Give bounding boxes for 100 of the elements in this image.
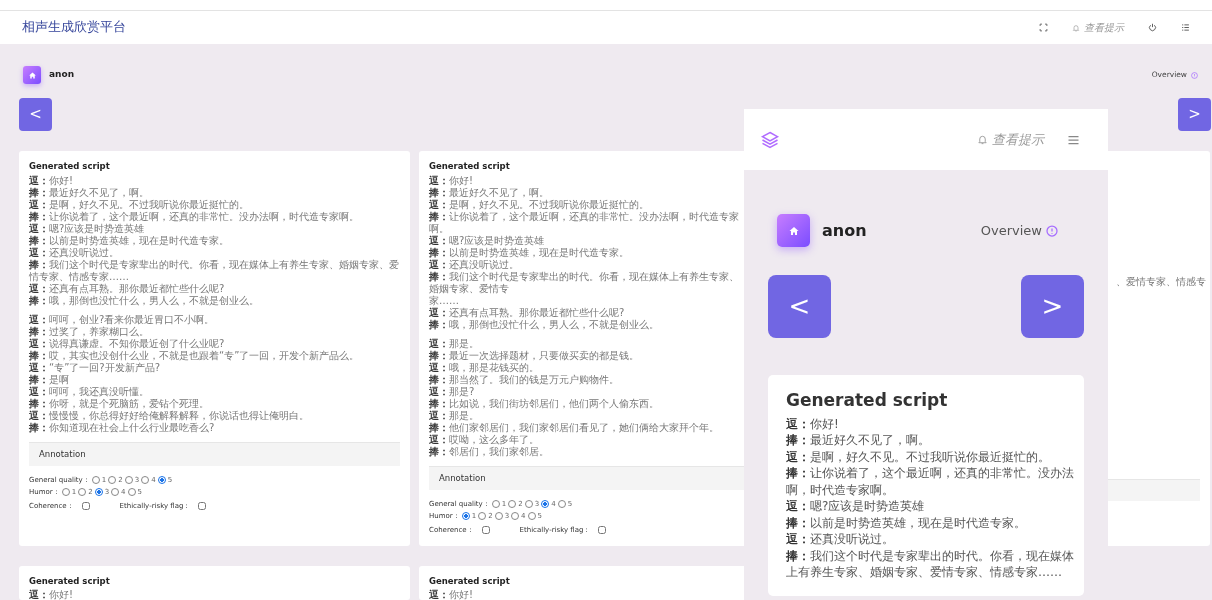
script-line: 捧：是啊: [29, 373, 69, 386]
script-line: 逗：“专”了一回?开发新产品?: [29, 361, 160, 374]
script-line: 逗：那是?: [429, 385, 475, 398]
script-line: 捧：以前是时势造英雄，现在是时代造专家。: [786, 514, 1027, 531]
script-line: 逗：还真没听说过。: [29, 246, 119, 259]
user-name: anon: [49, 68, 75, 82]
radio-button[interactable]: [127, 487, 136, 496]
script-line: 捧：让你说着了，这个最近啊，还真的非常忙。没办法啊，时代造专家啊。: [29, 210, 359, 223]
script-line: 捧：让你说着了，这个最近啊，还真的非常忙。没办法啊，时代造专家啊。: [429, 210, 740, 235]
previous-button[interactable]: <: [19, 98, 52, 131]
card-title: Generated script: [429, 160, 510, 173]
radio-button[interactable]: [94, 487, 103, 496]
radio-button[interactable]: [524, 499, 533, 508]
power-icon[interactable]: [1148, 23, 1157, 32]
script-line: 逗：哎呦，这么多年了。: [429, 433, 539, 446]
script-line: 逗：那是。: [429, 409, 479, 422]
script-line: 捧：以前是时势造英雄，现在是时代造专家。: [429, 246, 629, 259]
checkbox[interactable]: [198, 501, 207, 510]
script-line: 逗：你好!: [429, 589, 473, 600]
script-line: 逗：还真没听说过。: [786, 531, 895, 548]
card-title: Generated script: [429, 574, 510, 588]
radio-button[interactable]: [527, 511, 536, 520]
script-line: 捧：让你说着了，这个最近啊，还真的非常忙。没办法啊，时代造专家啊。: [786, 465, 1074, 498]
bell-icon: [1072, 23, 1080, 32]
checkbox[interactable]: [598, 525, 607, 534]
script-line: 逗：那是。: [429, 337, 479, 350]
next-button[interactable]: >: [1021, 275, 1084, 338]
script-line: 捧：我们这个时代是专家辈出的时代。你看，现在媒体上有养生专家、婚姻专家、爱情专家、情感专家……: [29, 258, 400, 283]
script-line: 逗：说得真谦虚。不知你最近创了什么业呢?: [29, 337, 225, 350]
info-icon: [1046, 224, 1058, 237]
script-line: 逗：还真没听说过。: [429, 258, 519, 271]
script-line: 逗：嗯?应该是时势造英雄: [29, 222, 145, 235]
script-line: 逗：你好!: [429, 174, 473, 187]
menu-icon[interactable]: [1066, 133, 1081, 146]
script-line: 、爱情专家、情感专: [1116, 275, 1206, 289]
card-title: Generated script: [29, 574, 110, 588]
script-line: 捧：最近一次选择题材，只要做买卖的都是钱。: [429, 349, 639, 362]
layers-icon[interactable]: [760, 129, 780, 150]
script-line: 逗：嗯?应该是时势造英雄: [429, 234, 545, 247]
script-line: 捧：他们家邻居们，我们家邻居们看见了，她们俩给大家拜个年。: [429, 421, 719, 434]
overview-link[interactable]: Overview: [980, 220, 1042, 241]
script-line: 捧：过奖了，养家糊口么。: [29, 325, 149, 338]
radio-button[interactable]: [557, 499, 566, 508]
script-line: 逗：还真有点耳熟。那你最近都忙些什么呢?: [429, 306, 625, 319]
radio-button[interactable]: [491, 499, 500, 508]
script-line: 捧：哦，那倒也没忙什么，男人么，不就是创业么。: [429, 318, 659, 331]
script-line: 捧：你知道现在社会上什么行业最吃香么?: [29, 421, 215, 434]
script-line: 家……: [429, 294, 459, 307]
radio-button[interactable]: [157, 475, 166, 484]
script-line: 捧：以前是时势造英雄，现在是时代造专家。: [29, 234, 229, 247]
radio-button[interactable]: [108, 475, 117, 484]
radio-button[interactable]: [141, 475, 150, 484]
script-line: 捧：我们这个时代是专家辈出的时代。你看，现在媒体上有养生专家、婚姻专家、爱情专: [429, 270, 740, 295]
script-line: 捧：最近好久不见了，啊。: [429, 186, 549, 199]
script-line: 逗：你好!: [29, 174, 73, 187]
script-line: 捧：最近好久不见了，啊。: [29, 186, 149, 199]
radio-button[interactable]: [494, 511, 503, 520]
radio-button[interactable]: [61, 487, 70, 496]
radio-button[interactable]: [541, 499, 550, 508]
annotation-header: Annotation: [29, 441, 400, 466]
fullscreen-icon[interactable]: [1039, 23, 1048, 32]
radio-button[interactable]: [478, 511, 487, 520]
hint-link[interactable]: 查看提示: [1084, 20, 1124, 35]
card-title: Generated script: [29, 160, 110, 173]
previous-button[interactable]: <: [768, 275, 831, 338]
app-title: 相声生成欣赏平台: [22, 18, 126, 37]
script-line: 捧：你呀，就是个死脑筋，爱钻个死理。: [29, 397, 209, 410]
checkbox[interactable]: [81, 501, 90, 510]
checkbox[interactable]: [481, 525, 490, 534]
hint-link[interactable]: 查看提示: [992, 129, 1044, 150]
script-line: 逗：你好!: [29, 589, 73, 600]
card-title: Generated script: [786, 389, 949, 412]
radio-button[interactable]: [78, 487, 87, 496]
radio-button[interactable]: [124, 475, 133, 484]
script-line: 捧：哦，那倒也没忙什么，男人么，不就是创业么。: [29, 294, 259, 307]
list-icon[interactable]: [1181, 23, 1190, 32]
script-line: 逗：是啊，好久不见。不过我听说你最近挺忙的。: [29, 198, 249, 211]
radio-button[interactable]: [508, 499, 517, 508]
radio-button[interactable]: [111, 487, 120, 496]
script-line: 逗：呵呵，我还真没听懂。: [29, 385, 149, 398]
radio-button[interactable]: [461, 511, 470, 520]
script-line: 捧：那当然了。我们的钱是万元户购物件。: [429, 373, 619, 386]
script-line: 逗：是啊，好久不见。不过我听说你最近挺忙的。: [429, 198, 649, 211]
script-line: 捧：比如说，我们街坊邻居们，他们两个人偷东西。: [429, 397, 659, 410]
home-icon: [787, 224, 800, 237]
script-line: 逗：哦，那是花钱买的。: [429, 361, 539, 374]
home-button[interactable]: [23, 66, 41, 84]
script-line: 逗：嗯?应该是时势造英雄: [786, 498, 926, 515]
script-line: 捧：哎，其实也没创什么业，不就是也跟着“专”了一回，开发个新产品么。: [29, 349, 360, 362]
radio-button[interactable]: [91, 475, 100, 484]
script-line: 逗：是啊，好久不见。不过我听说你最近挺忙的。: [786, 448, 1051, 465]
script-line: 捧：我们这个时代是专家辈出的时代。你看，现在媒体上有养生专家、婚姻专家、爱情专家、情感专家……: [786, 547, 1074, 581]
home-button[interactable]: [777, 214, 810, 247]
script-line: 逗：你好!: [786, 415, 840, 432]
bell-icon: [977, 134, 988, 145]
info-icon: [1191, 71, 1198, 79]
radio-button[interactable]: [511, 511, 520, 520]
script-line: 捧：最近好久不见了，啊。: [786, 432, 931, 449]
script-line: 逗：慢慢慢，你总得好好给俺解释解释，你说话也得让俺明白。: [29, 409, 309, 422]
next-button[interactable]: >: [1178, 98, 1211, 131]
